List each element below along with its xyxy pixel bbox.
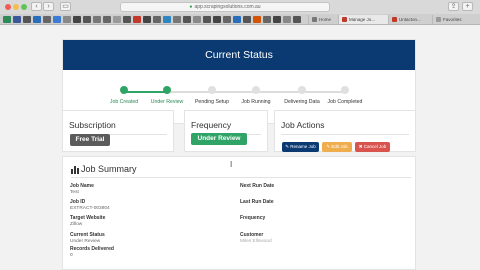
share-button[interactable]: ⇪ <box>448 2 459 11</box>
bookmark-icon[interactable] <box>193 16 201 23</box>
customer-label: Customer <box>240 232 264 238</box>
bookmark-icon[interactable] <box>223 16 231 23</box>
step-done-dot <box>163 86 171 94</box>
bookmark-icon[interactable] <box>93 16 101 23</box>
bookmark-icon[interactable] <box>283 16 291 23</box>
step-pending-dot <box>341 86 349 94</box>
customer-value: Miles Ellswood <box>240 239 272 244</box>
browser-titlebar: ‹ › ▭ ● app.scrapingsolutions.com.au ⇪ + <box>0 0 480 14</box>
bookmark-icon[interactable] <box>3 16 11 23</box>
address-bar[interactable]: ● app.scrapingsolutions.com.au <box>120 2 330 12</box>
tab-favicon-icon <box>312 17 317 22</box>
bookmark-icon[interactable] <box>233 16 241 23</box>
bar-chart-icon <box>71 166 79 174</box>
last-run-date-label: Last Run Date <box>240 199 274 205</box>
bookmark-icon[interactable] <box>203 16 211 23</box>
forward-button[interactable]: › <box>43 2 54 11</box>
bookmark-icon[interactable] <box>73 16 81 23</box>
bookmark-icon[interactable] <box>153 16 161 23</box>
bookmark-icon[interactable] <box>143 16 151 23</box>
edit-job-button[interactable]: ✎ Edit Job <box>322 142 352 152</box>
bookmark-icon[interactable] <box>213 16 221 23</box>
sidebar-toggle-button[interactable]: ▭ <box>60 2 71 11</box>
text-cursor-icon: I <box>230 160 233 169</box>
address-bar-url: app.scrapingsolutions.com.au <box>194 4 261 10</box>
bookmark-icon[interactable] <box>63 16 71 23</box>
divider <box>71 177 411 178</box>
tab-manage-jobs[interactable]: Manage Jo... <box>338 15 388 24</box>
bookmark-icon[interactable] <box>183 16 191 23</box>
frequency-badge: Under Review <box>191 133 247 145</box>
tab-favicon-icon <box>342 17 347 22</box>
step-pending-dot <box>298 86 306 94</box>
job-id-value: EXTRACT-003804 <box>70 206 110 211</box>
records-delivered-value: 0 <box>70 253 73 258</box>
page-content: Current Status Job Created Under Review … <box>0 26 480 270</box>
current-status-label: Current Status <box>70 232 105 238</box>
target-website-label: Target Website <box>70 215 106 221</box>
tab-home[interactable]: Home <box>308 15 338 24</box>
records-delivered-label: Records Delivered <box>70 246 114 252</box>
frequency-card: Frequency Under Review <box>184 110 268 152</box>
step-pending-dot <box>208 86 216 94</box>
bookmark-icon[interactable] <box>123 16 131 23</box>
lock-icon: ● <box>189 4 193 10</box>
new-tab-button[interactable]: + <box>462 2 473 11</box>
subscription-title: Subscription <box>69 120 116 130</box>
bookmark-icon[interactable] <box>293 16 301 23</box>
bookmark-icon[interactable] <box>243 16 251 23</box>
job-id-label: Job ID <box>70 199 86 205</box>
job-name-label: Job Name <box>70 183 94 189</box>
bookmark-icon[interactable] <box>83 16 91 23</box>
bookmark-icon[interactable] <box>23 16 31 23</box>
bookmark-icon[interactable] <box>113 16 121 23</box>
divider <box>281 134 409 135</box>
job-actions-title: Job Actions <box>281 120 325 130</box>
favorites-bar: Home Manage Jo... Untacton... Favorites <box>0 14 480 25</box>
tab-favicon-icon <box>436 17 441 22</box>
status-header: Current Status <box>63 40 415 70</box>
frequency-label: Frequency <box>240 215 266 221</box>
tab-favorites[interactable]: Favorites <box>432 15 480 24</box>
close-window-button[interactable] <box>5 4 11 10</box>
target-website-value: Zillow <box>70 222 83 227</box>
step-done-dot <box>120 86 128 94</box>
rename-job-button[interactable]: ✎ Rename Job <box>282 142 319 152</box>
back-button[interactable]: ‹ <box>31 2 42 11</box>
bookmark-icon[interactable] <box>53 16 61 23</box>
step-job-completed: Job Completed <box>313 84 377 105</box>
bookmark-icon[interactable] <box>43 16 51 23</box>
tab-favicon-icon <box>392 17 397 22</box>
step-pending-dot <box>252 86 260 94</box>
bookmark-icon[interactable] <box>33 16 41 23</box>
job-name-value: Test <box>70 190 79 195</box>
bookmark-icon[interactable] <box>103 16 111 23</box>
bookmark-icon[interactable] <box>163 16 171 23</box>
bookmark-icon[interactable] <box>173 16 181 23</box>
tab-untaction[interactable]: Untacton... <box>388 15 432 24</box>
bookmark-icon[interactable] <box>273 16 281 23</box>
current-status-value: Under Review <box>70 239 101 244</box>
cancel-job-button[interactable]: ✖ Cancel Job <box>355 142 390 152</box>
bookmark-icon[interactable] <box>13 16 21 23</box>
job-actions-card: Job Actions ✎ Rename Job ✎ Edit Job ✖ Ca… <box>274 110 416 152</box>
maximize-window-button[interactable] <box>21 4 27 10</box>
bookmark-icon[interactable] <box>133 16 141 23</box>
job-summary-title: Job Summary <box>71 164 137 174</box>
subscription-badge: Free Trial <box>70 134 110 146</box>
subscription-card: Subscription Free Trial <box>62 110 174 152</box>
bookmark-icon[interactable] <box>263 16 271 23</box>
job-summary-card: Job Summary Job Name Test Job ID EXTRACT… <box>62 156 416 270</box>
next-run-date-label: Next Run Date <box>240 183 275 189</box>
frequency-title: Frequency <box>191 120 232 130</box>
bookmark-icon[interactable] <box>253 16 261 23</box>
minimize-window-button[interactable] <box>13 4 19 10</box>
